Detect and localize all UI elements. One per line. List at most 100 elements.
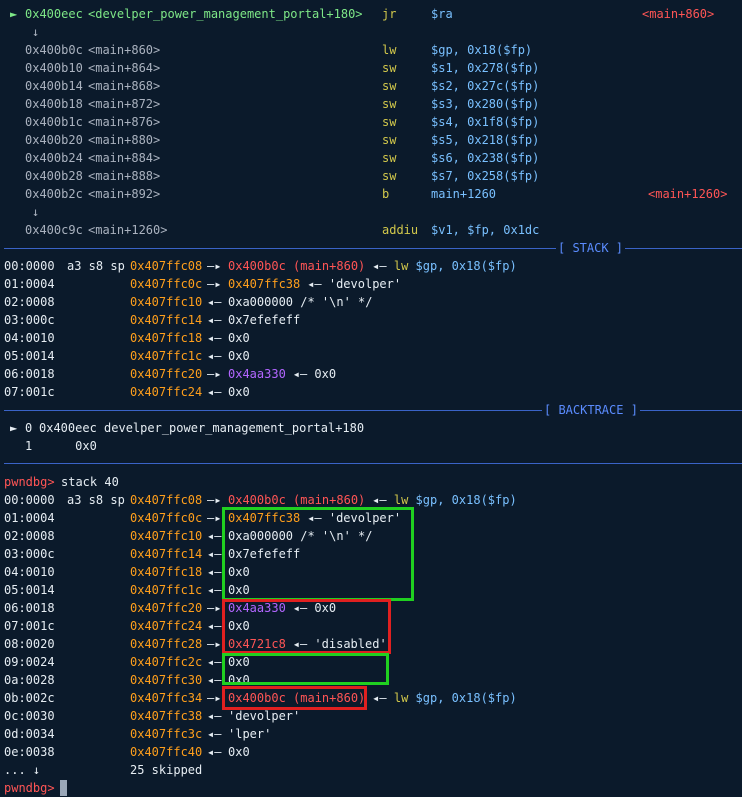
stack-index: 00:0000 xyxy=(4,493,55,507)
stack-section-rule xyxy=(4,248,742,249)
instruction-opcode: sw xyxy=(382,151,397,165)
stack-index: 04:0010 xyxy=(4,565,55,579)
stack-arrow: ◂— xyxy=(207,565,222,579)
stack-address: 0x407ffc08 xyxy=(130,259,203,273)
stack-registers: a3 s8 sp xyxy=(67,493,125,507)
stack-arrow: ◂— xyxy=(207,727,222,741)
stack-index: 09:0024 xyxy=(4,655,55,669)
green-highlight-box xyxy=(222,653,389,685)
stack-arrow: ◂— xyxy=(207,313,222,327)
stack-index: 03:000c xyxy=(4,313,55,327)
disasm-line: 0x400b2c <main+892> b main+1260 <main+1260> xyxy=(0,185,742,203)
stack-index: 01:0004 xyxy=(4,511,55,525)
disasm-line: 0x400b18 <main+872> sw $s3, 0x280($fp) xyxy=(0,95,742,113)
deref-part: lw xyxy=(393,259,416,273)
instruction-opcode: sw xyxy=(382,61,397,75)
branch-target: <main+860> xyxy=(642,7,715,21)
stack-arrow: —▸ xyxy=(207,637,222,651)
stack-deref-instruction: ◂— lw $gp, 0x18($fp) xyxy=(372,689,517,707)
skipped-row: ... ↓ 25 skipped xyxy=(0,761,742,779)
stack-address: 0x407ffc20 xyxy=(130,601,203,615)
instruction-address: 0x400b1c xyxy=(25,115,83,129)
stack-address: 0x407ffc28 xyxy=(130,637,203,651)
stack-index: 05:0014 xyxy=(4,349,55,363)
instruction-symbol: <main+860> xyxy=(88,43,161,57)
stack-address: 0x407ffc30 xyxy=(130,673,203,687)
stack-row: 0c:0030 0x407ffc38 ◂—'devolper' xyxy=(0,707,742,725)
stack-row: 04:0010 0x407ffc18 ◂— 0x0 xyxy=(0,329,742,347)
instruction-symbol: <main+872> xyxy=(88,97,161,111)
instruction-args: $s3, 0x280($fp) xyxy=(431,97,540,111)
instruction-opcode: sw xyxy=(382,79,397,93)
stack-row: 0b:002c 0x407ffc34 —▸ 0x400b0c (main+860) ◂—… xyxy=(0,689,742,707)
disasm-line: 0x400b0c <main+860> lw $gp, 0x18($fp) xyxy=(0,41,742,59)
instruction-address: 0x400b24 xyxy=(25,151,83,165)
stack-arrow: —▸ xyxy=(207,367,222,381)
stack-address: 0x407ffc14 xyxy=(130,547,203,561)
stack-arrow: —▸ xyxy=(207,493,222,507)
frame-number: 0 xyxy=(25,421,33,435)
instruction-symbol: <main+1260> xyxy=(88,223,168,237)
stack-index: 07:001c xyxy=(4,619,55,633)
stack-value: 0x7efefeff xyxy=(228,313,301,327)
instruction-args: $v1, $fp, 0x1dc xyxy=(431,223,540,237)
stack-address: 0x407ffc38 xyxy=(130,709,203,723)
text-cursor[interactable] xyxy=(60,780,67,796)
stack-address: 0x407ffc14 xyxy=(130,313,203,327)
stack-arrow: ◂— xyxy=(207,673,222,687)
stack-index: 02:0008 xyxy=(4,529,55,543)
stack-arrow: ◂— xyxy=(207,709,222,723)
stack-row: 07:001c 0x407ffc24 ◂— 0x0 xyxy=(0,383,742,401)
deref-part: ◂— xyxy=(372,493,394,507)
stack-arrow: ◂— xyxy=(207,619,222,633)
instruction-symbol: <develper_power_management_portal+180> xyxy=(88,7,363,21)
stack-row: 0e:0038 0x407ffc40 ◂— 0x0 xyxy=(0,743,742,761)
instruction-opcode: sw xyxy=(382,133,397,147)
stack-arrow: ◂— xyxy=(207,583,222,597)
instruction-address: 0x400b2c xyxy=(25,187,83,201)
instruction-opcode: addiu xyxy=(382,223,419,237)
frame-text: 0x0 xyxy=(39,439,97,453)
stack-index: 07:001c xyxy=(4,385,55,399)
stack-value: 0x4aa330 xyxy=(228,367,286,381)
stack-address: 0x407ffc34 xyxy=(130,691,203,705)
jump-arrow: ↓ xyxy=(32,205,40,219)
stack-arrow: ◂— xyxy=(207,295,222,309)
stack-arrow: —▸ xyxy=(207,601,222,615)
stack-address: 0x407ffc0c xyxy=(130,511,203,525)
command-text: stack 40 xyxy=(61,475,119,489)
stack-arrow: ◂— xyxy=(207,655,222,669)
instruction-opcode: b xyxy=(382,187,390,201)
instruction-args: main+1260 xyxy=(431,187,497,201)
stack-row: 03:000c 0x407ffc14 ◂— 0x7efefeff xyxy=(0,311,742,329)
instruction-args: $s5, 0x218($fp) xyxy=(431,133,540,147)
prompt-line: pwndbg> xyxy=(0,779,742,797)
stack-arrow: ◂— xyxy=(207,349,222,363)
instruction-args: $s6, 0x238($fp) xyxy=(431,151,540,165)
backtrace-frame: ► 0 0x400eec develper_power_management_por… xyxy=(0,419,742,437)
stack-arrow: ◂— xyxy=(207,547,222,561)
frame-text: 0x400eec develper_power_management_porta… xyxy=(39,421,365,435)
stack-arrow: —▸ xyxy=(207,277,222,291)
disasm-line: 0x400b1c <main+876> sw $s4, 0x1f8($fp) xyxy=(0,113,742,131)
stack-arrow: —▸ xyxy=(207,691,222,705)
disasm-line: 0x400b10 <main+864> sw $s1, 0x278($fp) xyxy=(0,59,742,77)
stack-index: 0d:0034 xyxy=(4,727,55,741)
stack-address: 0x407ffc0c xyxy=(130,277,203,291)
stack-index: 0e:0038 xyxy=(4,745,55,759)
stack-index: 0a:0028 xyxy=(4,673,55,687)
instruction-opcode: sw xyxy=(382,115,397,129)
deref-part: ◂— xyxy=(372,259,394,273)
stack-index: 05:0014 xyxy=(4,583,55,597)
disasm-line: 0x400b28 <main+888> sw $s7, 0x258($fp) xyxy=(0,167,742,185)
red-highlight-box xyxy=(222,686,367,710)
instruction-symbol: <main+876> xyxy=(88,115,161,129)
disasm-line: 0x400c9c <main+1260> addiu $v1, $fp, 0x1dc xyxy=(0,221,742,239)
stack-value: 0xa000000 /* '\n' */ xyxy=(228,295,373,309)
deref-part: $gp, 0x18($fp) xyxy=(415,691,517,705)
stack-value: 0x0 xyxy=(228,385,250,399)
stack-arrow: ◂— xyxy=(207,331,222,345)
stack-deref-instruction: ◂— lw $gp, 0x18($fp) xyxy=(372,257,517,275)
stack-value: 0x400b0c (main+860) xyxy=(228,259,366,273)
instruction-opcode: sw xyxy=(382,97,397,111)
